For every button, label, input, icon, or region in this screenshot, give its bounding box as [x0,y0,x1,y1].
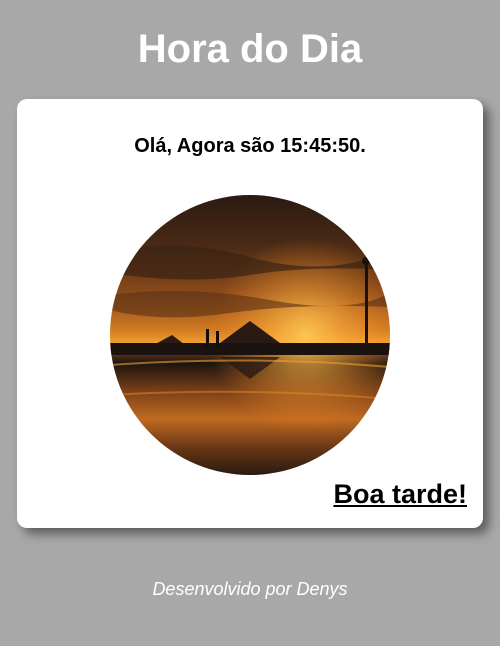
time-greeting: Olá, Agora são 15:45:50. [134,135,366,157]
salutation-text: Boa tarde! [333,479,467,509]
page: Hora do Dia Olá, Agora são 15:45:50. Boa… [0,0,500,646]
footer-credit: Desenvolvido por Denys [152,579,348,599]
sunset-image [110,195,390,475]
time-card: Olá, Agora são 15:45:50. Boa tarde! [17,99,483,528]
sunset-photo [110,195,390,475]
page-title: Hora do Dia [137,27,363,71]
